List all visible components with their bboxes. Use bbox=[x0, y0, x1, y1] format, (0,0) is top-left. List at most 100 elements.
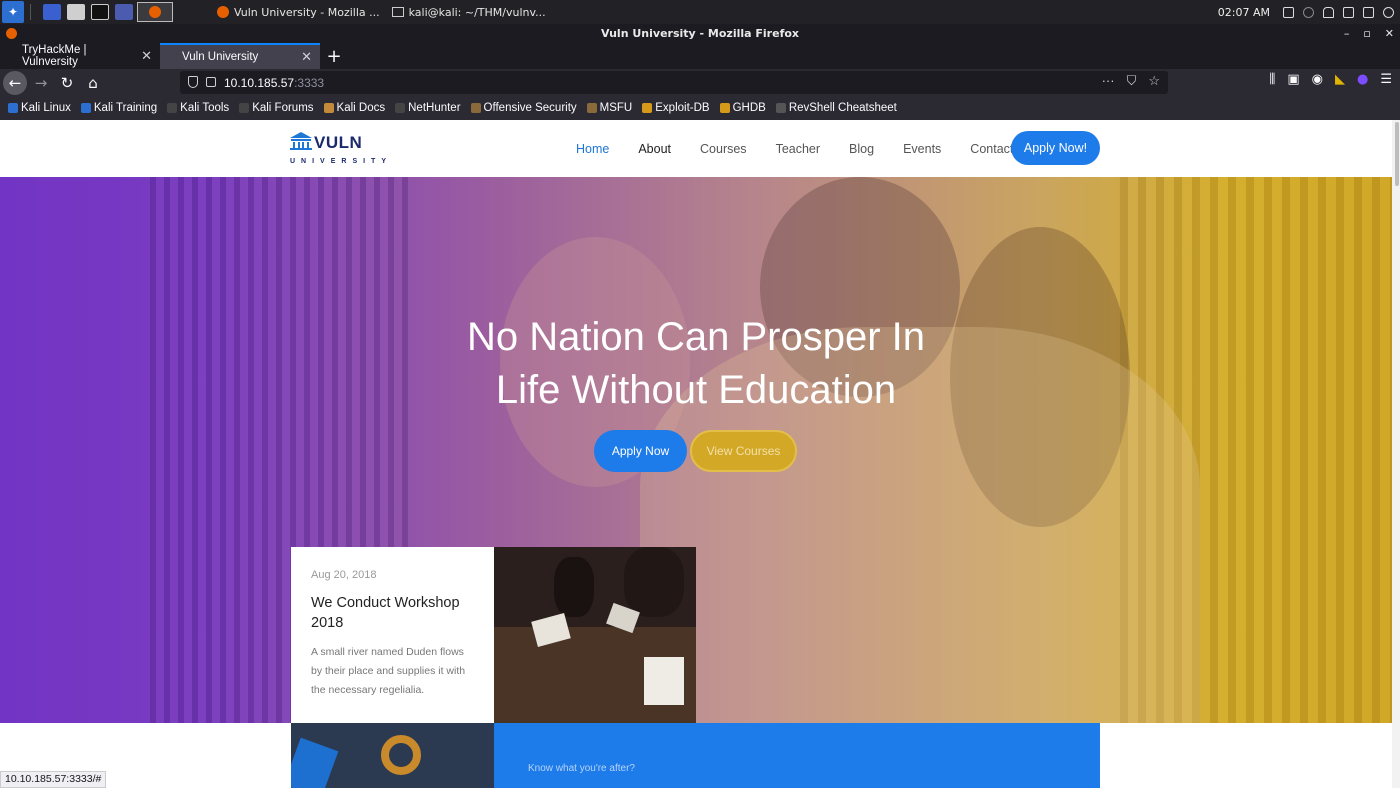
panel-separator bbox=[30, 4, 31, 20]
kali-training-icon bbox=[80, 103, 91, 113]
system-panel: ✦ Vuln University - Mozilla ... kali@kal… bbox=[0, 0, 1400, 24]
maximize-icon[interactable]: ▫ bbox=[1363, 24, 1370, 43]
menu-events[interactable]: Events bbox=[903, 142, 941, 156]
lock-icon[interactable] bbox=[1363, 6, 1374, 18]
file-manager-icon[interactable] bbox=[67, 4, 85, 20]
lower-photo bbox=[291, 723, 494, 788]
menu-courses[interactable]: Courses bbox=[700, 142, 747, 156]
task-terminal[interactable]: kali@kali: ~/THM/vulnv... bbox=[391, 6, 546, 19]
firefox-icon bbox=[149, 6, 161, 18]
main-menu: Home About Courses Teacher Blog Events C… bbox=[576, 120, 1042, 177]
kali-forums-icon bbox=[239, 103, 250, 113]
sidebar-icon[interactable]: ▣ bbox=[1287, 72, 1299, 87]
info-box-kicker: Know what you're after? bbox=[528, 763, 635, 774]
exploit-db-icon bbox=[642, 103, 653, 113]
active-window-thumbnail[interactable] bbox=[137, 2, 173, 22]
system-tray: 02:07 AM bbox=[1218, 0, 1394, 24]
photo-object-decoration bbox=[291, 737, 339, 788]
close-tab-icon[interactable]: ✕ bbox=[301, 49, 312, 65]
bookmark-label: GHDB bbox=[732, 102, 766, 114]
library-icon[interactable]: ⫼ bbox=[1269, 72, 1275, 87]
bookmark-revshell[interactable]: RevShell Cheatsheet bbox=[775, 102, 897, 114]
bookmark-kali-linux[interactable]: Kali Linux bbox=[8, 102, 71, 114]
new-tab-button[interactable]: + bbox=[320, 43, 348, 69]
desktop: ✦ Vuln University - Mozilla ... kali@kal… bbox=[0, 0, 1400, 788]
minimize-icon[interactable]: – bbox=[1344, 24, 1350, 43]
tracking-protection-icon[interactable] bbox=[188, 76, 198, 88]
tab-vuln-university[interactable]: Vuln University ✕ bbox=[160, 43, 320, 69]
menu-about[interactable]: About bbox=[638, 142, 671, 156]
task-firefox[interactable]: Vuln University - Mozilla ... bbox=[217, 6, 380, 19]
forward-button[interactable]: → bbox=[29, 71, 53, 95]
url-host: 10.10.185.57 bbox=[224, 75, 295, 90]
bookmark-msfu[interactable]: MSFU bbox=[586, 102, 632, 114]
hamburger-menu-icon[interactable]: ☰ bbox=[1380, 72, 1392, 87]
person-decoration bbox=[624, 547, 684, 617]
bookmark-label: Exploit-DB bbox=[655, 102, 710, 114]
close-tab-icon[interactable]: ✕ bbox=[141, 48, 152, 64]
bookmark-ghdb[interactable]: GHDB bbox=[719, 102, 766, 114]
toolbar-right: ⫼ ▣ ◉ ◣ ● ☰ bbox=[1269, 72, 1392, 87]
hero-heading: No Nation Can Prosper In Life Without Ed… bbox=[0, 311, 1392, 417]
bookmark-label: Kali Forums bbox=[252, 102, 314, 114]
display-icon[interactable] bbox=[1283, 6, 1294, 18]
event-title[interactable]: We Conduct Workshop 2018 bbox=[311, 593, 474, 633]
close-icon[interactable]: ✕ bbox=[1385, 24, 1394, 43]
menu-home[interactable]: Home bbox=[576, 142, 609, 156]
back-button[interactable]: ← bbox=[3, 70, 27, 95]
extension-purple-icon[interactable]: ● bbox=[1357, 72, 1368, 87]
apply-now-nav-button[interactable]: Apply Now! bbox=[1011, 131, 1100, 165]
hero-apply-button[interactable]: Apply Now bbox=[594, 430, 687, 472]
bookmark-kali-training[interactable]: Kali Training bbox=[80, 102, 157, 114]
tab-label: TryHackMe | Vulnversity bbox=[22, 44, 87, 68]
bookmark-exploit-db[interactable]: Exploit-DB bbox=[642, 102, 710, 114]
url-bar[interactable]: 10.10.185.57 :3333 ··· ⛉ ☆ bbox=[180, 71, 1168, 94]
bookmark-kali-tools[interactable]: Kali Tools bbox=[167, 102, 229, 114]
scrollbar-thumb[interactable] bbox=[1395, 122, 1399, 186]
event-card[interactable]: Aug 20, 2018 We Conduct Workshop 2018 A … bbox=[291, 547, 494, 723]
menu-blog[interactable]: Blog bbox=[849, 142, 874, 156]
extension-icon[interactable]: ◣ bbox=[1335, 72, 1345, 87]
account-icon[interactable]: ◉ bbox=[1312, 72, 1323, 87]
logo-sub-text: UNIVERSITY bbox=[290, 158, 393, 165]
firefox-icon bbox=[6, 28, 17, 39]
task-label: Vuln University - Mozilla ... bbox=[234, 5, 380, 19]
window-title: Vuln University - Mozilla Firefox bbox=[600, 27, 800, 40]
home-button[interactable]: ⌂ bbox=[81, 71, 105, 95]
bookmark-offensive-security[interactable]: Offensive Security bbox=[470, 102, 577, 114]
site-info-icon[interactable] bbox=[206, 77, 216, 87]
menu-contact[interactable]: Contact bbox=[970, 142, 1013, 156]
clock[interactable]: 02:07 AM bbox=[1218, 6, 1270, 19]
ghdb-icon bbox=[719, 103, 730, 113]
volume-icon[interactable] bbox=[1303, 6, 1314, 18]
bookmark-star-icon[interactable]: ☆ bbox=[1148, 73, 1160, 89]
kali-menu-icon[interactable]: ✦ bbox=[2, 1, 24, 23]
logout-icon[interactable] bbox=[1383, 6, 1394, 18]
url-port: :3333 bbox=[294, 75, 325, 90]
event-description: A small river named Duden flows by their… bbox=[311, 646, 466, 696]
navigation-toolbar: ← → ↻ ⌂ 10.10.185.57 :3333 ··· ⛉ ☆ ⫼ ▣ ◉… bbox=[0, 69, 1400, 96]
terminal-launcher-icon[interactable] bbox=[91, 4, 109, 20]
desktop-switcher-icon[interactable] bbox=[43, 4, 61, 20]
reload-button[interactable]: ↻ bbox=[55, 71, 79, 95]
bookmark-label: Offensive Security bbox=[483, 102, 577, 114]
bookmark-kali-docs[interactable]: Kali Docs bbox=[323, 102, 386, 114]
notification-bell-icon[interactable] bbox=[1323, 6, 1334, 18]
page-scrollbar[interactable] bbox=[1392, 120, 1400, 788]
tab-tryhackme[interactable]: TryHackMe | Vulnversity ✕ bbox=[0, 43, 160, 69]
university-building-icon bbox=[290, 132, 312, 150]
tab-bar: TryHackMe | Vulnversity ✕ Vuln Universit… bbox=[0, 43, 1400, 69]
pocket-icon[interactable]: ⛉ bbox=[1127, 73, 1137, 89]
menu-teacher[interactable]: Teacher bbox=[776, 142, 820, 156]
hero-heading-line2: Life Without Education bbox=[495, 368, 897, 412]
info-box: Know what you're after? bbox=[494, 723, 1100, 788]
power-icon[interactable] bbox=[1343, 6, 1354, 18]
hero-view-courses-button[interactable]: View Courses bbox=[690, 430, 797, 472]
app-launcher-icon[interactable] bbox=[115, 4, 133, 20]
bookmark-label: Kali Docs bbox=[336, 102, 386, 114]
bookmark-nethunter[interactable]: NetHunter bbox=[395, 102, 461, 114]
bookmark-kali-forums[interactable]: Kali Forums bbox=[239, 102, 314, 114]
url-actions: ··· ⛉ ☆ bbox=[1102, 73, 1160, 89]
page-actions-icon[interactable]: ··· bbox=[1102, 73, 1115, 89]
photo-object-decoration bbox=[381, 735, 421, 775]
